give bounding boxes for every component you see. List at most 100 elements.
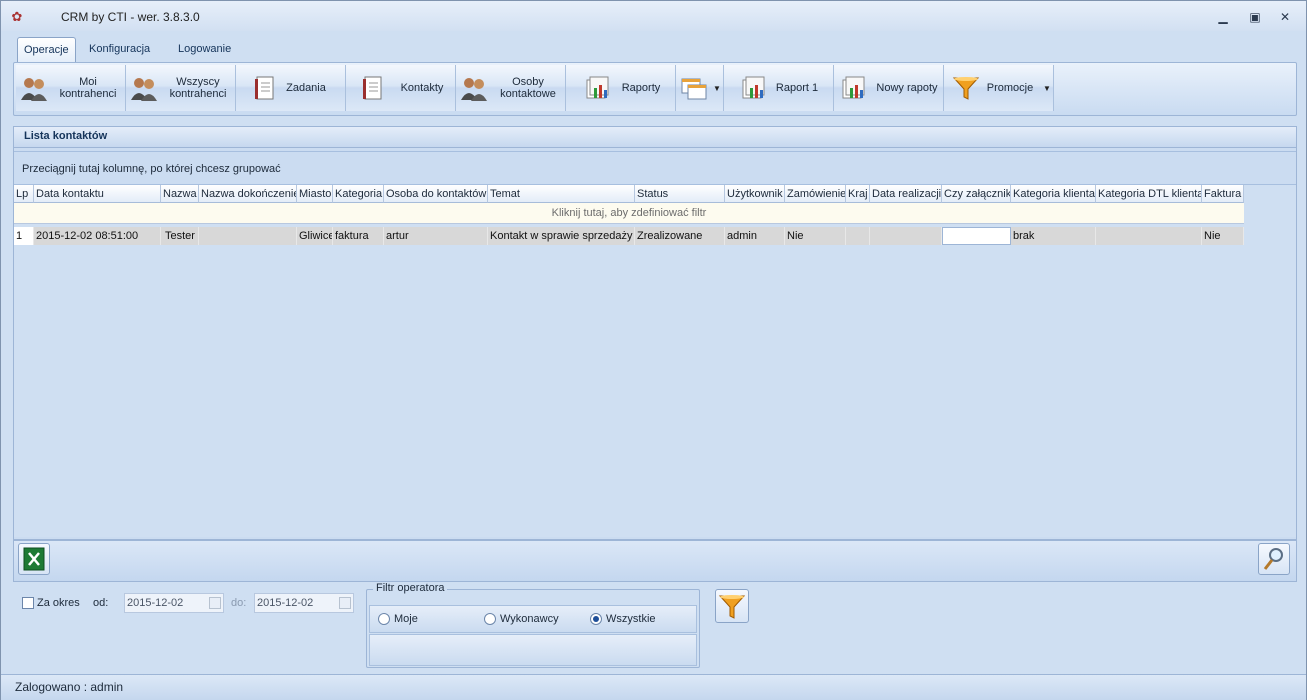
status-bar: Zalogowano : admin [1, 674, 1306, 700]
promocje-button[interactable]: Promocje ▼ [944, 65, 1054, 111]
document-icon [255, 76, 274, 100]
tab-operacje[interactable]: Operacje [17, 37, 76, 63]
document-icon [363, 76, 382, 100]
app-logo-icon[interactable]: ✿ [9, 9, 25, 25]
nowy-rapoty-button[interactable]: Nowy rapoty [834, 65, 944, 111]
wszyscy-kontrahenci-button[interactable]: Wszyscy kontrahenci [126, 65, 236, 111]
moi-kontrahenci-button[interactable]: Moi kontrahenci [16, 65, 126, 111]
report-icon [742, 76, 765, 99]
column-header-temat[interactable]: Temat [488, 185, 635, 203]
radio-moje-label[interactable]: Moje [394, 613, 418, 625]
column-header-kraj[interactable]: Kraj [846, 185, 870, 203]
panel-header: Lista kontaktów [14, 127, 1296, 148]
column-header-czy-zalacznik[interactable]: Czy załącznik [942, 185, 1011, 203]
column-header-uzytkownik[interactable]: Użytkownik [725, 185, 785, 203]
column-header-faktura[interactable]: Faktura [1202, 185, 1244, 203]
column-header-data-realizacji[interactable]: Data realizacji [870, 185, 942, 203]
button-label: Wszyscy kontrahenci [169, 76, 227, 100]
restore-icon[interactable]: ▣ [1244, 9, 1266, 25]
button-label: Promocje [986, 82, 1034, 94]
cell-kategoria-dtl[interactable] [1096, 227, 1202, 245]
od-label: od: [93, 597, 109, 609]
column-header-lp[interactable]: Lp [14, 185, 34, 203]
calendar-dropdown-icon[interactable] [209, 597, 221, 609]
radio-wykonawcy-label[interactable]: Wykonawcy [500, 613, 559, 625]
title-bar: ✿ CRM by CTI - wer. 3.8.3.0 ▁ ▣ ✕ [1, 1, 1306, 31]
cell-data-realizacji[interactable] [870, 227, 942, 245]
column-header-miasto[interactable]: Miasto [297, 185, 333, 203]
za-okres-label: Za okres [37, 597, 80, 609]
button-label: Zadania [286, 82, 326, 94]
cell-nazwa[interactable]: Tester [161, 227, 199, 245]
group-hint-text: Przeciągnij tutaj kolumnę, po której chc… [22, 163, 281, 175]
osoby-kontaktowe-button[interactable]: Osoby kontaktowe [456, 65, 566, 111]
column-header-zamowienie[interactable]: Zamówienie [785, 185, 846, 203]
cell-czy-zalacznik[interactable] [942, 227, 1011, 245]
cell-kategoria[interactable]: faktura [333, 227, 384, 245]
report-icon [842, 76, 865, 99]
column-header-nazwa[interactable]: Nazwa [161, 185, 199, 203]
column-header-kategoria-klienta[interactable]: Kategoria klienta [1011, 185, 1096, 203]
minimize-icon[interactable]: ▁ [1212, 9, 1234, 25]
status-text: Zalogowano : admin [15, 680, 124, 694]
cell-lp[interactable]: 1 [14, 227, 34, 245]
radio-wszystkie-label[interactable]: Wszystkie [606, 613, 656, 625]
cell-osoba[interactable]: artur [384, 227, 488, 245]
operator-filter-group: Filtr operatora Moje Wykonawcy Wszystkie [366, 582, 700, 668]
column-header-nazwa-dokonczenie[interactable]: Nazwa dokończenie [199, 185, 297, 203]
app-window: ✿ CRM by CTI - wer. 3.8.3.0 ▁ ▣ ✕ Operac… [0, 0, 1307, 700]
cell-faktura[interactable]: Nie [1202, 227, 1244, 245]
do-label: do: [231, 597, 247, 609]
kontakty-button[interactable]: Kontakty [346, 65, 456, 111]
radio-moje[interactable] [378, 613, 390, 625]
raport-1-button[interactable]: Raport 1 [724, 65, 834, 111]
ribbon-tabs: Operacje Konfiguracja Logowanie [13, 35, 1293, 63]
operator-options: Moje Wykonawcy Wszystkie [369, 605, 697, 633]
column-header-status[interactable]: Status [635, 185, 725, 203]
cell-uzytkownik[interactable]: admin [725, 227, 785, 245]
do-date-value: 2015-12-02 [257, 597, 314, 609]
group-by-area[interactable]: Przeciągnij tutaj kolumnę, po której chc… [14, 151, 1296, 185]
operator-filter-legend: Filtr operatora [373, 582, 448, 594]
za-okres-checkbox[interactable] [22, 597, 34, 609]
export-excel-button[interactable] [18, 543, 50, 575]
filter-area: Za okres od: 2015-12-02 do: 2015-12-02 F… [13, 582, 1295, 668]
contacts-panel: Lista kontaktów Przeciągnij tutaj kolumn… [13, 126, 1297, 540]
chevron-down-icon[interactable]: ▼ [1043, 84, 1051, 93]
button-label: Moi kontrahenci [59, 76, 117, 100]
windows-dropdown-button[interactable]: ▼ [676, 65, 724, 111]
column-header-kategoria[interactable]: Kategoria [333, 185, 384, 203]
search-button[interactable] [1258, 543, 1290, 575]
column-header-data-kontaktu[interactable]: Data kontaktu [34, 185, 161, 203]
radio-wszystkie[interactable] [590, 613, 602, 625]
column-header-osoba[interactable]: Osoba do kontaktów [384, 185, 488, 203]
apply-filter-button[interactable] [715, 589, 749, 623]
cell-data-kontaktu[interactable]: 2015-12-02 08:51:00 [34, 227, 161, 245]
tab-logowanie[interactable]: Logowanie [172, 37, 237, 61]
od-date-value: 2015-12-02 [127, 597, 184, 609]
magnifier-icon [1263, 548, 1283, 570]
tab-konfiguracja[interactable]: Konfiguracja [83, 37, 156, 61]
close-icon[interactable]: ✕ [1274, 9, 1296, 25]
cell-temat[interactable]: Kontakt w sprawie sprzedaży [488, 227, 635, 245]
cell-kraj[interactable] [846, 227, 870, 245]
grid-actions-bar [13, 540, 1297, 582]
chevron-down-icon: ▼ [713, 84, 721, 93]
report-icon [586, 76, 609, 99]
funnel-icon [952, 77, 980, 100]
cell-zamowienie[interactable]: Nie [785, 227, 846, 245]
od-date-input[interactable]: 2015-12-02 [124, 593, 224, 613]
button-label: Raporty [621, 82, 661, 94]
filter-row[interactable]: Kliknij tutaj, aby zdefiniować filtr [14, 203, 1244, 224]
cell-nazwa-dokonczenie[interactable] [199, 227, 297, 245]
calendar-dropdown-icon[interactable] [339, 597, 351, 609]
zadania-button[interactable]: Zadania [236, 65, 346, 111]
cell-kategoria-klienta[interactable]: brak [1011, 227, 1096, 245]
do-date-input[interactable]: 2015-12-02 [254, 593, 354, 613]
radio-wykonawcy[interactable] [484, 613, 496, 625]
raporty-button[interactable]: Raporty [566, 65, 676, 111]
column-header-kategoria-dtl[interactable]: Kategoria DTL klienta [1096, 185, 1202, 203]
cell-miasto[interactable]: Gliwice [297, 227, 333, 245]
cell-status[interactable]: Zrealizowane [635, 227, 725, 245]
users-icon [131, 78, 157, 101]
